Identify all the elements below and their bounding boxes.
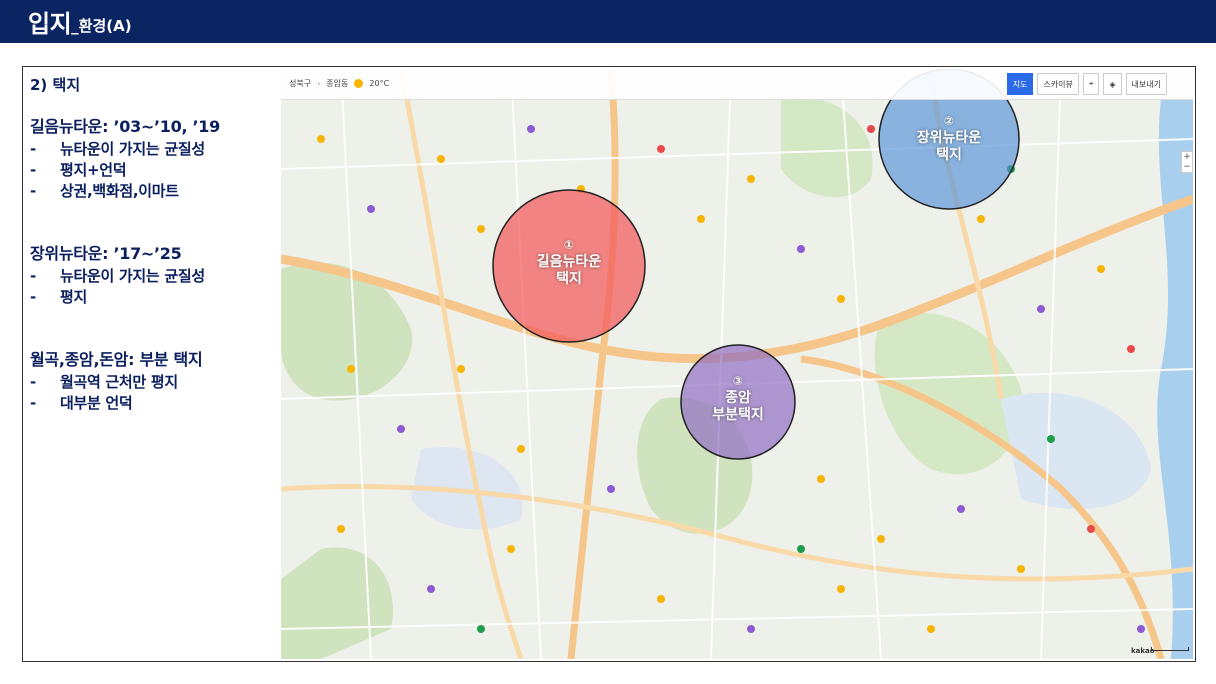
- export-button[interactable]: 내보내기: [1125, 73, 1167, 95]
- breadcrumb-district[interactable]: 성북구: [289, 78, 311, 89]
- weather-temp: 20°C: [369, 79, 390, 88]
- map-controls: 지도 스카이뷰 ⌖ ◈ 내보내기: [1006, 73, 1167, 95]
- breadcrumb-dong[interactable]: 종암동: [326, 78, 348, 89]
- block-heading: 장위뉴타운: ’17~’25: [30, 244, 182, 263]
- bullet-item: - 뉴타운이 가지는 균질성: [30, 140, 205, 158]
- map-type-button[interactable]: 지도: [1006, 73, 1034, 95]
- skyview-button[interactable]: 스카이뷰: [1037, 73, 1079, 95]
- sun-icon: [354, 79, 364, 88]
- block-heading: 월곡,종암,돈암: 부분 택지: [30, 350, 203, 369]
- circle-label-jongam: ③ 종암 부분택지: [712, 374, 764, 423]
- text-panel: 2) 택지 길음뉴타운: ’03~’10, ’19 - 뉴타운이 가지는 균질성 …: [30, 70, 278, 442]
- block-gireum: 길음뉴타운: ’03~’10, ’19 - 뉴타운이 가지는 균질성 - 평지+언덕…: [30, 113, 278, 202]
- bullet-item: - 상권,백화점,이마트: [30, 182, 179, 200]
- map-toolbar: 성북구 › 종암동 20°C 지도 스카이뷰 ⌖ ◈ 내보내기: [281, 69, 1193, 100]
- layers-icon[interactable]: ◈: [1103, 73, 1122, 95]
- zoom-control: + −: [1181, 151, 1193, 173]
- bullet-item: - 평지: [30, 288, 88, 306]
- page-subtitle: _환경(A): [71, 17, 132, 35]
- zoom-in-button[interactable]: +: [1182, 152, 1192, 162]
- zoom-out-button[interactable]: −: [1182, 162, 1192, 172]
- map-scale-bar: [1151, 647, 1189, 651]
- map-canvas[interactable]: [281, 69, 1193, 659]
- title-bar: 입지 _환경(A): [0, 0, 1216, 43]
- circle-label-gireum: ① 길음뉴타운 택지: [536, 238, 602, 287]
- bullet-item: - 뉴타운이 가지는 균질성: [30, 267, 205, 285]
- location-pin-icon[interactable]: ⌖: [1082, 73, 1100, 95]
- block-wolgok: 월곡,종암,돈암: 부분 택지 - 월곡역 근처만 평지 - 대부분 언덕: [30, 346, 278, 414]
- section-title: 2) 택지: [30, 76, 81, 94]
- circle-label-jangwi: ② 장위뉴타운 택지: [916, 114, 982, 163]
- bullet-item: - 월곡역 근처만 평지: [30, 373, 178, 391]
- page-title: 입지: [28, 10, 72, 38]
- breadcrumb: 성북구 › 종암동 20°C: [289, 78, 389, 89]
- bullet-item: - 대부분 언덕: [30, 394, 133, 412]
- bullet-item: - 평지+언덕: [30, 161, 127, 179]
- block-heading: 길음뉴타운: ’03~’10, ’19: [30, 117, 220, 136]
- block-jangwi: 장위뉴타운: ’17~’25 - 뉴타운이 가지는 균질성 - 평지: [30, 240, 278, 308]
- map-view[interactable]: ① 길음뉴타운 택지 ② 장위뉴타운 택지 ③ 종암 부분택지 성북구 › 종암동 2…: [281, 69, 1193, 659]
- chevron-right-icon: ›: [317, 79, 321, 88]
